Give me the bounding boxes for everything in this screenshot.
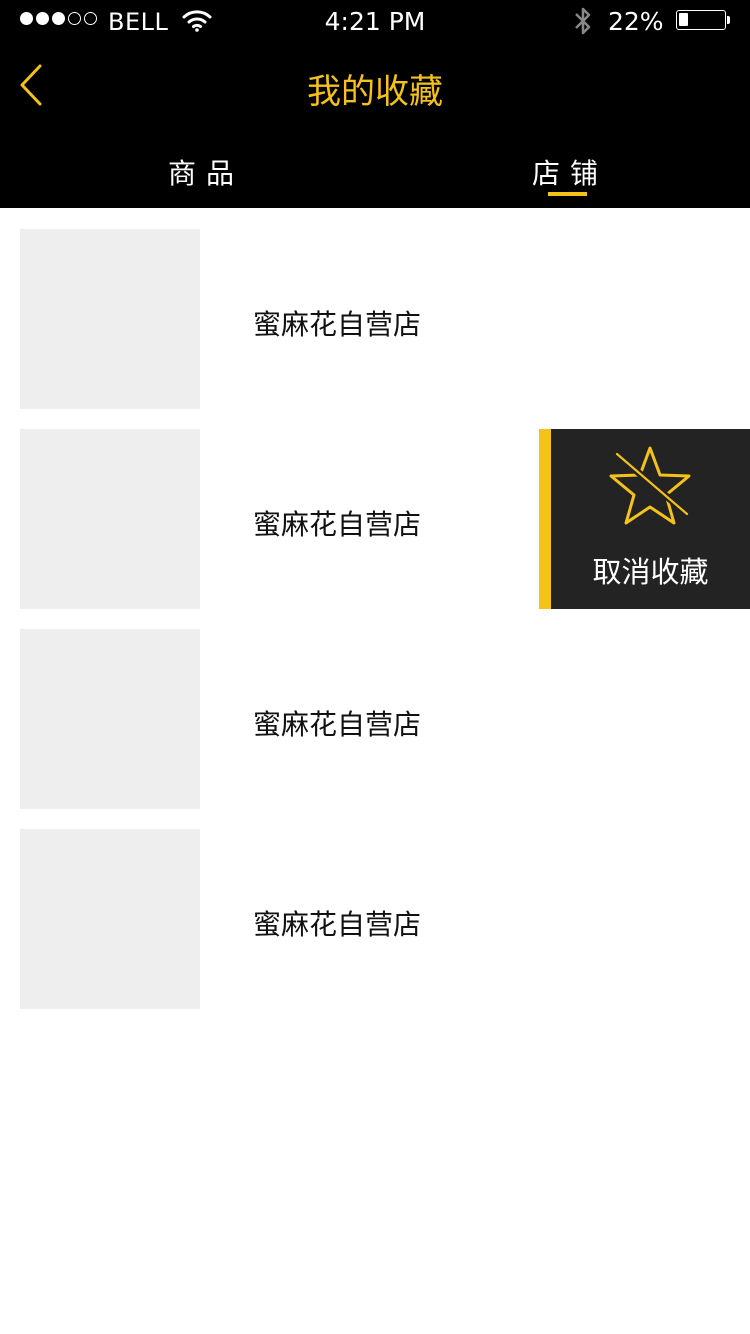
shop-thumbnail	[20, 829, 200, 1009]
shop-thumbnail	[20, 229, 200, 409]
shop-thumbnail	[20, 429, 200, 609]
shop-name: 蜜麻花自营店	[253, 308, 422, 341]
active-tab-indicator	[548, 192, 587, 196]
tab-goods[interactable]: 商品	[168, 152, 244, 192]
shop-thumbnail	[20, 629, 200, 809]
unfavorite-label: 取消收藏	[592, 555, 709, 589]
tab-shops[interactable]: 店铺	[532, 152, 608, 192]
nav-header: 我的收藏 商品 店铺	[0, 40, 750, 208]
star-slash-icon	[609, 446, 691, 525]
unfavorite-button[interactable]: 取消收藏	[539, 429, 750, 609]
battery-icon	[676, 10, 726, 30]
shop-name: 蜜麻花自营店	[253, 508, 422, 541]
list-item[interactable]: 蜜麻花自营店	[0, 829, 750, 1009]
accent-bar	[539, 429, 551, 609]
battery-percentage: 22%	[608, 7, 664, 36]
status-bar: BELL 4:21 PM 22%	[0, 0, 750, 40]
page-title: 我的收藏	[307, 72, 443, 112]
list-item[interactable]: 蜜麻花自营店	[0, 229, 750, 409]
bluetooth-icon	[575, 7, 591, 35]
shop-name: 蜜麻花自营店	[253, 908, 422, 941]
list-item[interactable]: 蜜麻花自营店	[0, 629, 750, 809]
shop-name: 蜜麻花自营店	[253, 708, 422, 741]
